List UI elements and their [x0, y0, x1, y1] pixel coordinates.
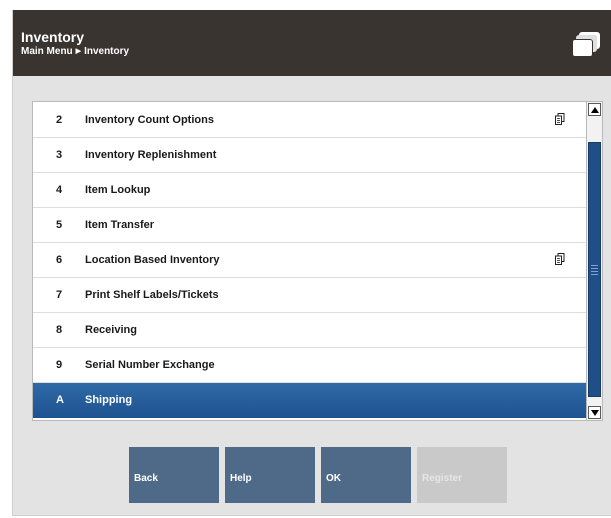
menu-item-key: 6	[56, 254, 63, 266]
menu-item-key: 7	[56, 289, 63, 301]
scroll-thumb[interactable]	[588, 142, 601, 397]
menu-item-key: 2	[56, 114, 63, 126]
menu-scrollbar[interactable]	[587, 101, 603, 421]
menu-item-key: 8	[56, 324, 63, 336]
scroll-grip	[591, 268, 598, 269]
arrow-up-icon	[590, 106, 599, 113]
breadcrumb-separator-icon: ▶	[75, 48, 82, 55]
menu-item[interactable]: 7 Print Shelf Labels/Tickets	[33, 278, 586, 313]
menu-item-label: Item Lookup	[85, 184, 151, 196]
menu-item-label: Receiving	[85, 324, 137, 336]
menu-item[interactable]: A Shipping	[33, 383, 586, 418]
menu-item-key: A	[56, 394, 64, 406]
menu-item-label: Inventory Replenishment	[85, 149, 217, 161]
help-button[interactable]: Help	[225, 447, 315, 503]
menu-item-key: 4	[56, 184, 63, 196]
ok-button[interactable]: OK	[321, 447, 411, 503]
menu-item[interactable]: 4 Item Lookup	[33, 173, 586, 208]
menu-item[interactable]: 2 Inventory Count Options	[33, 103, 586, 138]
arrow-down-icon	[590, 409, 599, 416]
register-button: Register	[417, 447, 507, 503]
submenu-pages-icon	[555, 253, 565, 265]
scroll-grip	[591, 265, 598, 266]
header-bar: Inventory Main Menu ▶ Inventory	[13, 10, 611, 76]
menu-item-key: 3	[56, 149, 63, 161]
menu-item[interactable]: 5 Item Transfer	[33, 208, 586, 243]
scroll-grip	[591, 271, 598, 272]
menu-item[interactable]: 6 Location Based Inventory	[33, 243, 586, 278]
inventory-window: Inventory Main Menu ▶ Inventory 2 Invento…	[12, 10, 611, 516]
submenu-pages-icon	[555, 113, 565, 125]
breadcrumb: Main Menu ▶ Inventory	[21, 46, 129, 58]
breadcrumb-main-menu[interactable]: Main Menu	[21, 46, 73, 58]
menu-item-label: Shipping	[85, 394, 133, 406]
menu-item[interactable]: 8 Receiving	[33, 313, 586, 348]
breadcrumb-inventory: Inventory	[84, 46, 130, 57]
menu-item-label: Location Based Inventory	[85, 254, 220, 266]
menu-item-label: Print Shelf Labels/Tickets	[85, 289, 219, 301]
menu-item-label: Item Transfer	[85, 219, 155, 231]
menu-item[interactable]: 9 Serial Number Exchange	[33, 348, 586, 383]
scroll-grip	[591, 274, 598, 275]
menu-item-label: Inventory Count Options	[85, 114, 214, 126]
menu-item[interactable]: 3 Inventory Replenishment	[33, 138, 586, 173]
menu-item-key: 9	[56, 359, 63, 371]
menu-list: 2 Inventory Count Options 3 Inventory Reple…	[32, 101, 587, 421]
page-title: Inventory	[21, 29, 85, 45]
scroll-down-button[interactable]	[588, 406, 601, 419]
back-button[interactable]: Back	[129, 447, 219, 503]
menu-item-key: 5	[56, 219, 63, 231]
scroll-up-button[interactable]	[588, 103, 601, 116]
windows-stack-icon	[572, 32, 600, 57]
menu-item-label: Serial Number Exchange	[85, 359, 215, 371]
